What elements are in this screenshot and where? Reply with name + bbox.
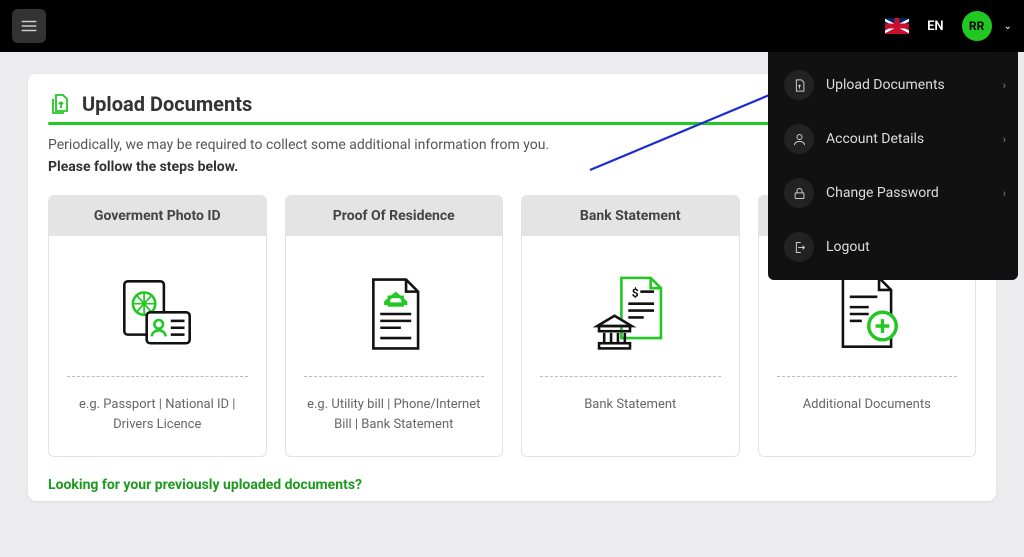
svg-text:$: $	[632, 286, 639, 300]
card-body: $	[522, 236, 739, 376]
avatar[interactable]: RR	[962, 11, 992, 41]
chevron-down-icon[interactable]: ⌄	[1004, 21, 1012, 32]
chevron-right-icon: ›	[1003, 187, 1006, 200]
card-header: Proof Of Residence	[286, 196, 503, 236]
card-desc: Additional Documents	[759, 377, 976, 447]
document-upload-icon	[784, 70, 814, 100]
top-bar: EN RR ⌄	[0, 0, 1024, 52]
hamburger-icon	[20, 17, 38, 35]
bank-statement-icon: $	[587, 271, 673, 357]
menu-label: Account Details	[826, 131, 924, 147]
lock-icon	[784, 178, 814, 208]
house-bill-icon	[351, 271, 437, 357]
chevron-right-icon: ›	[1003, 79, 1006, 92]
menu-logout[interactable]: Logout	[768, 220, 1018, 274]
page-title: Upload Documents	[82, 92, 252, 116]
card-bank-statement[interactable]: Bank Statement $	[521, 195, 740, 457]
previous-docs-link[interactable]: Looking for your previously uploaded doc…	[48, 477, 976, 493]
menu-account-details[interactable]: Account Details ›	[768, 112, 1018, 166]
menu-label: Change Password	[826, 185, 939, 201]
menu-label: Logout	[826, 239, 870, 255]
menu-upload-documents[interactable]: Upload Documents ›	[768, 58, 1018, 112]
card-desc: e.g. Passport | National ID | Drivers Li…	[49, 377, 266, 456]
passport-id-icon	[114, 271, 200, 357]
card-desc: Bank Statement	[522, 377, 739, 447]
hamburger-button[interactable]	[12, 9, 46, 43]
card-body	[286, 236, 503, 376]
logout-icon	[784, 232, 814, 262]
card-header: Bank Statement	[522, 196, 739, 236]
user-dropdown: Upload Documents › Account Details › Cha…	[768, 52, 1018, 280]
card-header: Goverment Photo ID	[49, 196, 266, 236]
menu-label: Upload Documents	[826, 77, 945, 93]
flag-icon[interactable]	[885, 18, 909, 34]
topbar-right: EN RR ⌄	[885, 11, 1012, 41]
card-photo-id[interactable]: Goverment Photo ID e.g. Pa	[48, 195, 267, 457]
additional-doc-icon	[824, 271, 910, 357]
document-upload-icon	[48, 92, 72, 116]
chevron-right-icon: ›	[1003, 133, 1006, 146]
card-proof-residence[interactable]: Proof Of Residence e.g. Utility bill |	[285, 195, 504, 457]
user-icon	[784, 124, 814, 154]
language-code[interactable]: EN	[927, 19, 944, 34]
card-body	[49, 236, 266, 376]
card-desc: e.g. Utility bill | Phone/Internet Bill …	[286, 377, 503, 456]
menu-change-password[interactable]: Change Password ›	[768, 166, 1018, 220]
